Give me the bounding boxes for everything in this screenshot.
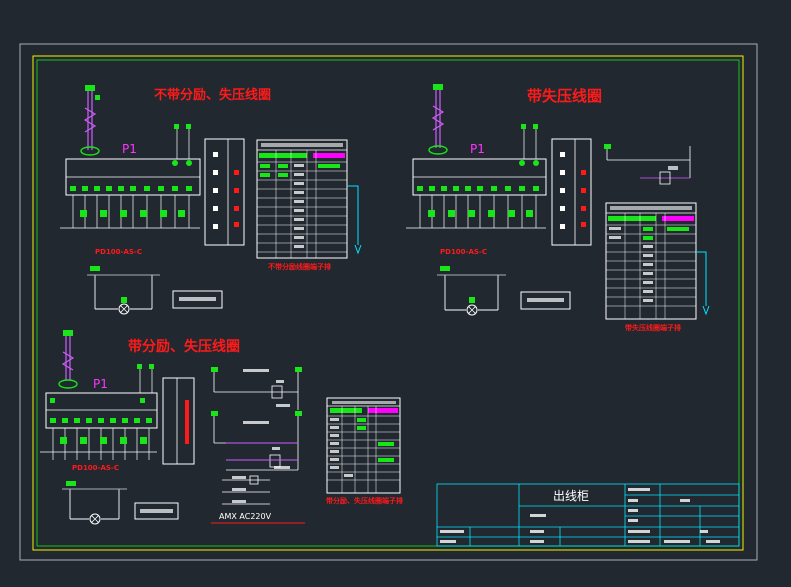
ct-marker-a2	[95, 95, 100, 100]
ct-ring-a	[80, 146, 100, 156]
device-caption-c: PD100-AS-C	[72, 464, 119, 472]
ct-ring-b	[428, 145, 448, 155]
terminal-caption-a: 不带分励线圈端子排	[268, 262, 331, 271]
terminal-table-a	[256, 139, 348, 259]
p1-label-c: P1	[93, 377, 108, 391]
wiring-diagram-b: P1 PD100-AS-C 带失压线圈端子排	[406, 84, 710, 332]
wiring-diagram-a: P1 PD100-AS-C 不带分励线圈端子排	[60, 85, 362, 315]
device-caption-a: PD100-AS-C	[95, 248, 142, 256]
control-circuit-middle: AMX AC220V	[211, 367, 305, 524]
terminal-caption-b: 带失压线圈端子排	[625, 323, 681, 332]
device-terminals-a	[70, 160, 192, 191]
terminal-table-b	[605, 202, 697, 320]
device-caption-b: PD100-AS-C	[440, 248, 487, 256]
ac-supply-note: AMX AC220V	[219, 512, 272, 521]
p1-label-a: P1	[122, 142, 137, 156]
terminal-table-c	[326, 397, 401, 494]
p1-label-b: P1	[470, 142, 485, 156]
title-top-right: 带失压线圈	[527, 87, 602, 105]
drawing-canvas: 不带分励、失压线圈 带失压线圈 带分励、失压线圈 P1 PD100-AS-C 不…	[19, 43, 758, 561]
title-top-left: 不带分励、失压线圈	[154, 87, 271, 103]
cable-lead-a	[347, 185, 359, 245]
ct-ring-c	[58, 379, 78, 389]
relay-circuit-b	[606, 146, 691, 185]
sheet-border-yellow	[32, 55, 744, 551]
sheet-border-green	[36, 59, 740, 547]
current-transformer-a	[83, 88, 97, 150]
wiring-diagram-c: P1 PD100-AS-C	[40, 330, 195, 525]
drawing-name: 出线柜	[553, 489, 589, 503]
title-bottom-left: 带分励、失压线圈	[128, 338, 240, 355]
terminal-caption-c: 带分励、失压线圈端子排	[326, 496, 403, 505]
label-panel-c	[162, 377, 195, 465]
ct-marker-a	[85, 85, 95, 91]
